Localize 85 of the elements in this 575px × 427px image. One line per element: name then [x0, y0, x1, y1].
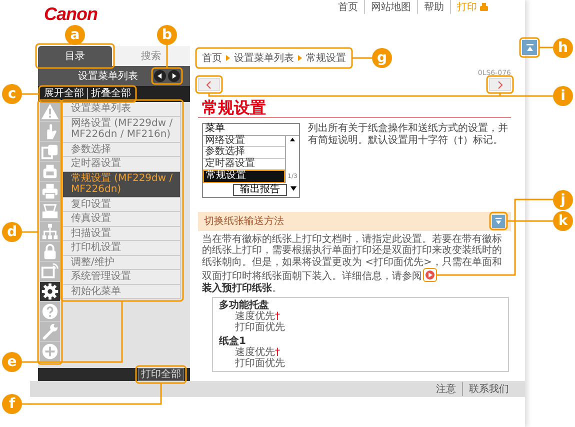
menu-item[interactable]: 常规设置 (MF229dw / MF226dn) — [63, 172, 180, 198]
warning-icon[interactable] — [40, 102, 60, 122]
wrench-icon[interactable] — [40, 322, 60, 342]
menu-item[interactable]: 打印机设置 — [63, 241, 180, 256]
highlight-frame — [519, 37, 540, 58]
printer-icon[interactable] — [40, 182, 60, 202]
fax-icon[interactable] — [40, 162, 60, 182]
breadcrumb-link[interactable]: 首页 — [202, 51, 222, 65]
menu-item[interactable]: 参数选择 — [63, 142, 180, 157]
page-title: 常规设置 — [198, 98, 511, 118]
up-triangle-icon — [289, 136, 296, 142]
leader-line — [166, 45, 168, 68]
down-triangle-icon — [289, 184, 298, 192]
menu-item[interactable]: 传真设置 — [63, 212, 180, 226]
highlight-frame — [195, 75, 223, 94]
callout-badge: f — [2, 394, 22, 414]
menu-item[interactable]: 网络设置 (MF229dw / MF226dn / MF216n) — [63, 116, 180, 142]
leader-line — [22, 93, 39, 95]
copy-icon[interactable] — [40, 142, 60, 162]
collapse-all-link[interactable]: 折叠全部 — [87, 88, 134, 100]
header-link[interactable]: 帮助 — [417, 0, 450, 14]
option-item: 速度优先† — [234, 347, 280, 358]
next-button[interactable] — [168, 70, 180, 82]
leader-line — [539, 46, 553, 48]
printer-icon — [479, 2, 489, 12]
screen-title: 菜单 — [203, 124, 299, 136]
next-page-button[interactable] — [489, 78, 511, 91]
callout-badge: k — [553, 211, 573, 231]
option-item: 速度优先† — [234, 311, 280, 322]
chevron-left-icon — [204, 80, 214, 90]
link[interactable]: 装入预打印纸张 — [202, 282, 272, 294]
callout-badge: c — [2, 84, 22, 104]
gear-icon[interactable] — [40, 282, 60, 302]
sidebar-title: 设置菜单列表 — [78, 70, 138, 83]
plus-icon[interactable] — [40, 342, 60, 362]
header-link[interactable]: 首页 — [332, 0, 364, 14]
previous-page-button[interactable] — [198, 78, 220, 91]
highlight-frame — [489, 212, 508, 230]
footer-link[interactable]: 联系我们 — [462, 382, 515, 396]
collapse-icon — [494, 216, 503, 226]
section-title: 切换纸张输送方法 — [204, 214, 284, 228]
menu-item[interactable]: 复印设置 — [63, 198, 180, 212]
menu-item[interactable]: 扫描设置 — [63, 226, 180, 241]
menu-item[interactable]: 系统管理设置 — [63, 270, 180, 284]
intro-text: 列出所有关于纸盒操作和送纸方式的设置，并有简短说明。默认设置用十字符（†）标记。 — [308, 123, 509, 148]
callout-badge: j — [553, 190, 573, 210]
option-item: 打印面优先 — [234, 322, 286, 333]
print-all-button[interactable]: 打印全部 — [138, 368, 184, 381]
previous-button[interactable] — [154, 70, 166, 82]
section-text: 当在带有徽标的纸张上打印文档时，请指定此设置。若要在带有徽标的纸张上打印，需要根据执行单面打印还是双面打印来改变装纸时的纸张朝向。但是，如果将设置更改为 <打印面优先>，只需在单面和双面打印时将纸张面朝下装入。详细信息，请参阅 装入预打印纸张。 — [202, 234, 503, 294]
breadcrumb-link[interactable]: 设置菜单列表 — [234, 51, 294, 65]
arrow-circle-icon — [423, 268, 437, 282]
left-triangle-icon — [156, 72, 164, 80]
header-link[interactable]: 网站地图 — [364, 0, 417, 14]
footer-link[interactable]: 注意 — [430, 382, 462, 396]
option-item: 打印面优先 — [234, 358, 286, 369]
leader-line — [22, 231, 38, 233]
chevron-right-icon — [495, 80, 505, 90]
option-group: 纸盒1 — [219, 336, 502, 347]
highlight-frame — [151, 67, 183, 85]
logo: Canon — [44, 4, 98, 24]
highlight-frame — [486, 75, 514, 94]
print-link[interactable]: 打印 — [450, 0, 495, 14]
option-group: 多功能托盘 — [219, 300, 502, 311]
nav-tab[interactable]: 目录 — [38, 46, 112, 66]
right-triangle-icon — [170, 72, 178, 80]
back-to-top-icon — [524, 42, 534, 52]
lock-icon[interactable] — [40, 242, 60, 262]
callout-badge: e — [2, 352, 22, 372]
expand-all-link[interactable]: 展开全部 — [41, 88, 87, 100]
callout-badge: h — [553, 38, 573, 58]
network-icon[interactable] — [40, 222, 60, 242]
menu-item[interactable]: 设置菜单列表 — [63, 102, 180, 116]
back-to-top-button[interactable] — [522, 40, 537, 55]
menu-item[interactable]: 初始化菜单 — [63, 284, 180, 299]
collapse-button[interactable] — [492, 214, 505, 228]
breadcrumb-link[interactable]: 常规设置 — [306, 51, 346, 65]
hand-icon[interactable] — [40, 122, 60, 142]
scanner-icon[interactable] — [40, 202, 60, 222]
leader-line — [352, 57, 372, 59]
callout-badge: i — [553, 86, 573, 106]
nav-tab[interactable]: 搜索 — [112, 46, 190, 66]
highlight-frame — [135, 365, 187, 384]
menu-item[interactable]: 调整/维护 — [63, 256, 180, 270]
callout-badge: d — [2, 222, 22, 242]
